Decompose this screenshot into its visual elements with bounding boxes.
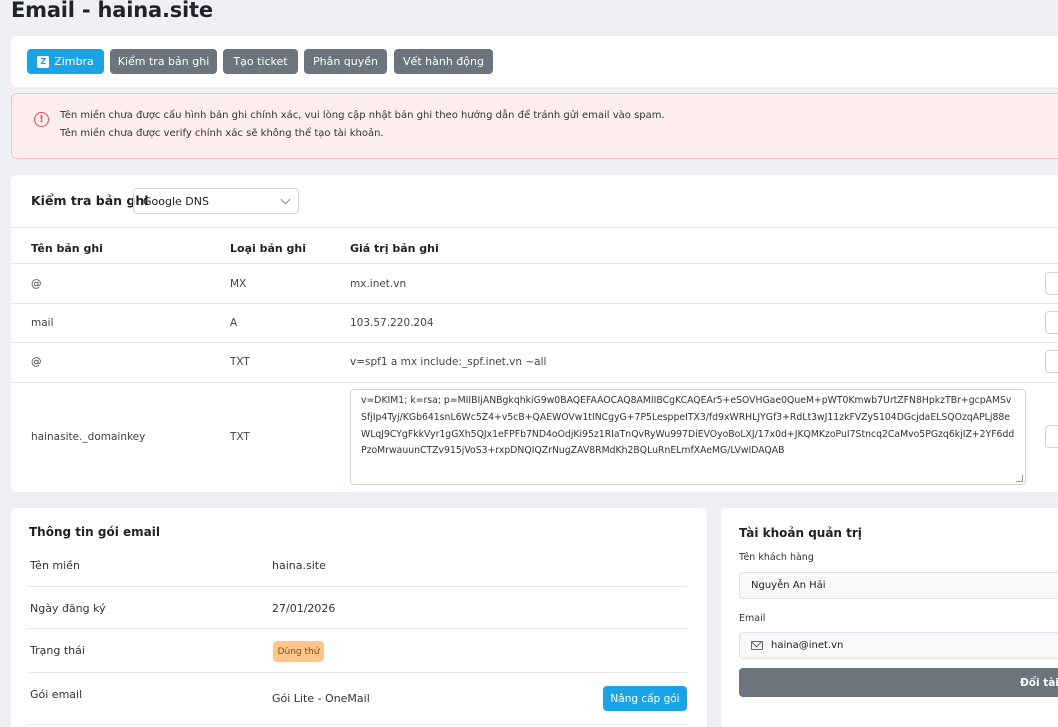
header-record-type: Loại bản ghi [230, 242, 307, 255]
records-card: Kiểm tra bản ghi Google DNS Tên bản ghi … [11, 175, 1058, 492]
alert-line-1: Tên miền chưa được cấu hình bản ghi chín… [60, 110, 665, 121]
divider [27, 628, 687, 629]
header-record-value: Giá trị bản ghi [350, 242, 439, 255]
record-value: v=spf1 a mx include:_spf.inet.vn ~all [350, 356, 547, 368]
row-action-button[interactable] [1045, 272, 1058, 295]
toolbar: Z Zimbra Kiểm tra bản ghi Tạo ticket Phâ… [11, 36, 1058, 87]
divider [27, 586, 687, 587]
record-type: MX [230, 278, 247, 290]
customer-name-field[interactable]: Nguyễn An Hải [739, 572, 1058, 599]
divider [11, 382, 1058, 383]
divider [27, 724, 687, 725]
change-account-button[interactable]: Đổi tài k [739, 668, 1058, 697]
domain-value: haina.site [272, 559, 326, 572]
dkim-value-textarea[interactable]: v=DKIM1; k=rsa; p=MIIBIjANBgkqhkiG9w0BAQ… [350, 389, 1026, 485]
customer-name-value: Nguyễn An Hải [751, 580, 826, 591]
alert-line-2: Tên miền chưa được verify chính xác sẽ k… [60, 128, 384, 139]
resize-grip-icon[interactable] [1016, 475, 1023, 482]
row-action-button[interactable] [1045, 425, 1058, 448]
divider [11, 342, 1058, 343]
record-name: @ [31, 356, 42, 368]
admin-title: Tài khoản quản trị [739, 526, 862, 540]
divider [11, 303, 1058, 304]
record-type: A [230, 317, 238, 329]
status-label: Trạng thái [30, 644, 85, 657]
divider [27, 672, 687, 673]
create-ticket-button[interactable]: Tạo ticket [223, 49, 298, 74]
upgrade-plan-button[interactable]: Nâng cấp gói [603, 686, 687, 711]
customer-name-label: Tên khách hàng [739, 552, 814, 563]
records-label: Kiểm tra bản ghi [31, 193, 149, 208]
record-name: mail [31, 317, 54, 329]
row-action-button[interactable] [1045, 350, 1058, 373]
plan-value: Gói Lite - OneMail [272, 692, 370, 705]
zimbra-button[interactable]: Z Zimbra [27, 49, 104, 74]
record-type: TXT [230, 356, 250, 368]
header-record-name: Tên bản ghi [31, 242, 103, 255]
record-type: TXT [230, 431, 250, 443]
page-title: Email - haina.site [11, 0, 213, 22]
email-label: Email [739, 613, 766, 624]
dns-warning-alert: ! Tên miền chưa được cấu hình bản ghi ch… [11, 93, 1058, 159]
package-title: Thông tin gói email [29, 525, 160, 539]
mail-icon [751, 641, 763, 650]
row-action-button[interactable] [1045, 311, 1058, 334]
zimbra-label: Zimbra [54, 55, 94, 68]
reg-date-label: Ngày đăng ký [30, 602, 106, 615]
record-value: mx.inet.vn [350, 278, 407, 290]
status-badge: Dùng thử [273, 641, 324, 662]
permissions-button[interactable]: Phân quyền [304, 49, 387, 74]
record-value: 103.57.220.204 [350, 317, 434, 329]
action-log-button[interactable]: Vết hành động [394, 49, 493, 74]
record-name: hainasite._domainkey [31, 431, 146, 443]
dns-select[interactable]: Google DNS [133, 188, 299, 214]
dns-select-value: Google DNS [143, 194, 209, 208]
check-records-button[interactable]: Kiểm tra bản ghi [110, 49, 217, 74]
domain-label: Tên miền [30, 559, 80, 572]
package-info-card: Thông tin gói email Tên miền haina.site … [11, 508, 707, 727]
record-name: @ [31, 278, 42, 290]
divider [11, 263, 1058, 264]
dkim-value: v=DKIM1; k=rsa; p=MIIBIjANBgkqhkiG9w0BAQ… [361, 395, 1015, 457]
zimbra-logo-icon: Z [37, 55, 50, 68]
email-field[interactable]: haina@inet.vn [739, 632, 1058, 659]
alert-circle-icon: ! [34, 112, 49, 127]
admin-account-card: Tài khoản quản trị Tên khách hàng Nguyễn… [721, 508, 1058, 727]
plan-label: Gói email [30, 688, 83, 701]
divider [11, 227, 1058, 228]
email-value: haina@inet.vn [771, 640, 844, 651]
chevron-down-icon [280, 194, 291, 205]
reg-date-value: 27/01/2026 [272, 602, 336, 615]
